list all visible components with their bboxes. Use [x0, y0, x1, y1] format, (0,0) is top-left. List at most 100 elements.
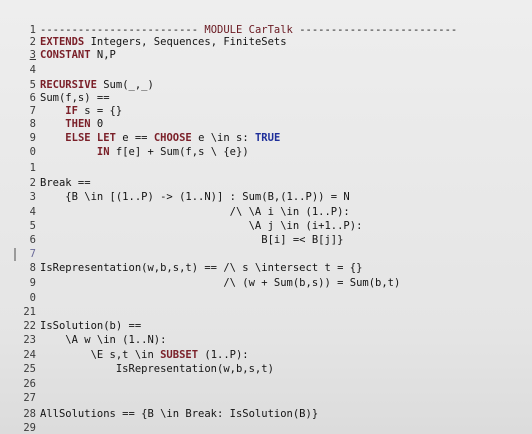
code-line[interactable]: 3 CONSTANT N,P: [0, 48, 532, 63]
code-token: IsRepresentation(w,b,s,t): [40, 363, 274, 375]
line-code: IsSolution(b) ==: [40, 319, 141, 334]
code-token: f[e] + Sum(f,s \ {e}): [109, 146, 249, 158]
code-token: Sum(f,s) ==: [40, 92, 110, 104]
line-number: 25: [23, 363, 36, 375]
line-number: 5: [29, 220, 36, 232]
line-number: 4: [29, 64, 36, 76]
line-code: B[i] =< B[j]}: [40, 233, 343, 248]
code-line[interactable]: 0: [0, 291, 532, 306]
code-line[interactable]: 26: [0, 377, 532, 392]
line-code: CONSTANT N,P: [40, 48, 116, 63]
code-token: e ==: [115, 132, 154, 144]
code-line[interactable]: 5 \A j \in (i+1..P):: [0, 219, 532, 234]
code-token: \A w \in (1..N):: [40, 334, 167, 346]
line-code: ELSE LET e == CHOOSE e \in s: TRUE: [40, 131, 280, 146]
code-token: B[i] =< B[j]}: [40, 234, 344, 246]
boolean-token: TRUE: [254, 132, 281, 144]
line-number: 21: [23, 306, 36, 318]
line-number: 9: [29, 277, 36, 289]
line-number: 28: [23, 408, 36, 420]
code-line[interactable]: 2 Break ==: [0, 176, 532, 191]
keyword-token: CONSTANT: [40, 49, 91, 61]
keyword-token: IF: [65, 105, 78, 117]
keyword-token: IN: [96, 146, 110, 158]
keyword-token: EXTENDS: [40, 36, 85, 48]
code-line[interactable]: 21: [0, 305, 532, 320]
line-code: \A j \in (i+1..P):: [40, 219, 363, 234]
code-token: 0: [90, 118, 104, 130]
code-line[interactable]: 3 {B \in [(1..P) -> (1..N)] : Sum(B,(1..…: [0, 190, 532, 205]
code-token: IsSolution(b) ==: [40, 320, 142, 332]
code-line[interactable]: 24 \E s,t \in SUBSET (1..P):: [0, 348, 532, 363]
line-number: 24: [23, 349, 36, 361]
code-token: IsRepresentation(w,b,s,t) == /\ s \inter…: [40, 262, 363, 274]
code-token: e \in s:: [191, 132, 255, 144]
code-line[interactable]: 6 B[i] =< B[j]}: [0, 233, 532, 248]
line-number: 3: [29, 49, 36, 61]
code-line[interactable]: 7: [0, 247, 532, 262]
code-line[interactable]: 4: [0, 63, 532, 78]
line-number: 26: [23, 378, 36, 390]
line-code: \A w \in (1..N):: [40, 333, 166, 348]
code-line[interactable]: 23 \A w \in (1..N):: [0, 333, 532, 348]
keyword-token: THEN: [65, 118, 91, 130]
code-token: Integers, Sequences, FiniteSets: [84, 36, 287, 48]
code-line[interactable]: 9 ELSE LET e == CHOOSE e \in s: TRUE: [0, 131, 532, 146]
line-number: 29: [23, 422, 36, 434]
code-line[interactable]: 27: [0, 391, 532, 406]
code-line[interactable]: 8 IsRepresentation(w,b,s,t) == /\ s \inte…: [0, 261, 532, 276]
code-line[interactable]: 29: [0, 421, 532, 434]
code-line[interactable]: 25 IsRepresentation(w,b,s,t): [0, 362, 532, 377]
code-token: N,P: [90, 49, 116, 61]
code-line[interactable]: 1: [0, 161, 532, 176]
line-number: 0: [29, 292, 36, 304]
line-code: /\ (w + Sum(b,s)) = Sum(b,t): [40, 276, 400, 291]
code-line[interactable]: 4 /\ \A i \in (1..P):: [0, 205, 532, 220]
line-number: 23: [23, 334, 36, 346]
line-number: 8: [29, 118, 36, 130]
line-code: {B \in [(1..P) -> (1..N)] : Sum(B,(1..P)…: [40, 190, 350, 205]
line-code: Break ==: [40, 176, 91, 191]
line-number: 22: [23, 320, 36, 332]
line-number: 0: [29, 146, 36, 158]
line-number: 3: [29, 191, 36, 203]
code-line[interactable]: 28 AllSolutions == {B \in Break: IsSoluti…: [0, 407, 532, 422]
line-number: 9: [29, 132, 36, 144]
code-token: \E s,t \in: [40, 349, 161, 361]
code-token: \A j \in (i+1..P):: [40, 220, 363, 232]
keyword-token: SUBSET: [160, 349, 199, 361]
line-code: \E s,t \in SUBSET (1..P):: [40, 348, 249, 363]
line-number: 4: [29, 206, 36, 218]
code-line[interactable]: 22 IsSolution(b) ==: [0, 319, 532, 334]
code-token: Break ==: [40, 177, 91, 189]
code-line[interactable]: 8 THEN 0: [0, 117, 532, 132]
code-token: s = {}: [77, 105, 123, 117]
code-line[interactable]: 9 /\ (w + Sum(b,s)) = Sum(b,t): [0, 276, 532, 291]
line-code: THEN 0: [40, 117, 103, 132]
code-token: /\ (w + Sum(b,s)) = Sum(b,t): [40, 277, 401, 289]
code-line[interactable]: 0 IN f[e] + Sum(f,s \ {e}): [0, 145, 532, 160]
line-number: 1: [29, 162, 36, 174]
keyword-token: LET: [96, 132, 116, 144]
line-number: 7: [29, 248, 36, 260]
keyword-token: RECURSIVE: [40, 79, 97, 91]
keyword-token: CHOOSE: [153, 132, 192, 144]
code-token: AllSolutions == {B \in Break: IsSolution…: [40, 408, 319, 420]
line-number: 27: [23, 392, 36, 404]
line-code: IsRepresentation(w,b,s,t) == /\ s \inter…: [40, 261, 362, 276]
line-code: IsRepresentation(w,b,s,t): [40, 362, 274, 377]
code-token: {B \in [(1..P) -> (1..N)] : Sum(B,(1..P)…: [40, 191, 350, 203]
line-number: 2: [29, 177, 36, 189]
line-code: AllSolutions == {B \in Break: IsSolution…: [40, 407, 318, 422]
line-number: 8: [29, 262, 36, 274]
code-token: (1..P):: [198, 349, 249, 361]
line-code: IN f[e] + Sum(f,s \ {e}): [40, 145, 249, 160]
line-code: /\ \A i \in (1..P):: [40, 205, 350, 220]
code-token: /\ \A i \in (1..P):: [40, 206, 350, 218]
code-editor[interactable]: 1 ------------------------- MODULE CarTal…: [0, 0, 532, 434]
code-token: Sum(_,_): [96, 79, 154, 91]
